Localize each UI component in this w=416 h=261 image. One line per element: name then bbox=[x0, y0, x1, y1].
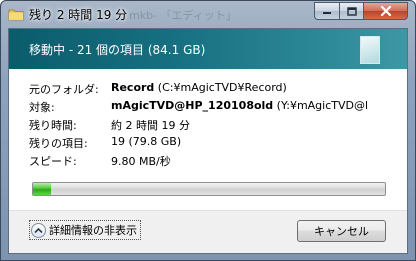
progress-bar-fill bbox=[33, 183, 51, 195]
background-window-ghost-title: mkb- 「エディット」 bbox=[129, 9, 237, 22]
source-folder-path: (C:¥mAgicTVD¥Record) bbox=[154, 81, 287, 94]
window-title: 残り 2 時間 19 分 bbox=[29, 8, 128, 22]
destination-folder-name: mAgicTVD@HP_120108old bbox=[111, 99, 274, 112]
toggle-details-button[interactable]: 詳細情報の非表示 bbox=[29, 220, 141, 240]
status-banner: 移動中 - 21 個の項目 (84.1 GB) bbox=[9, 29, 407, 69]
chevron-up-icon bbox=[31, 222, 46, 238]
time-remaining-value: 約 2 時間 19 分 bbox=[111, 119, 190, 132]
detail-label: 残り時間: bbox=[29, 119, 77, 132]
chevron-up-glyph bbox=[34, 227, 43, 233]
destination-folder-path: (Y:¥mAgicTVD@l bbox=[273, 99, 369, 112]
toggle-details-label: 詳細情報の非表示 bbox=[49, 224, 137, 237]
source-folder-name: Record bbox=[111, 81, 155, 94]
dialog-footer: 詳細情報の非表示 キャンセル bbox=[9, 211, 407, 253]
banner-text: 移動中 - 21 個の項目 (84.1 GB) bbox=[29, 43, 206, 57]
close-button[interactable] bbox=[363, 2, 408, 20]
title-bar[interactable]: 残り 2 時間 19 分 mkb- 「エディット」 bbox=[1, 1, 415, 28]
detail-label: 残りの項目: bbox=[29, 137, 88, 150]
cancel-button[interactable]: キャンセル bbox=[297, 220, 386, 242]
maximize-button[interactable] bbox=[339, 2, 364, 20]
copy-progress-dialog: 残り 2 時間 19 分 mkb- 「エディット」 移動中 - 21 個の項目 … bbox=[0, 0, 416, 261]
progress-bar bbox=[32, 182, 386, 196]
folder-icon bbox=[8, 9, 24, 21]
detail-value: Record (C:¥mAgicTVD¥Record) bbox=[111, 81, 287, 94]
destination-link[interactable]: mAgicTVD@HP_120108old (Y:¥mAgicTVD@l bbox=[111, 99, 368, 112]
document-icon bbox=[360, 36, 380, 64]
detail-label: 対象: bbox=[29, 101, 55, 114]
detail-label: スピード: bbox=[29, 155, 77, 168]
detail-label: 元のフォルダ: bbox=[29, 83, 99, 96]
minimize-button[interactable] bbox=[314, 2, 340, 20]
close-icon bbox=[380, 6, 391, 16]
dialog-client-area: 移動中 - 21 個の項目 (84.1 GB) 元のフォルダ: Record (… bbox=[8, 28, 408, 254]
maximize-icon bbox=[346, 6, 357, 16]
minimize-icon bbox=[323, 12, 331, 14]
items-remaining-value: 19 (79.8 GB) bbox=[111, 135, 182, 148]
speed-value: 9.80 MB/秒 bbox=[111, 155, 171, 168]
